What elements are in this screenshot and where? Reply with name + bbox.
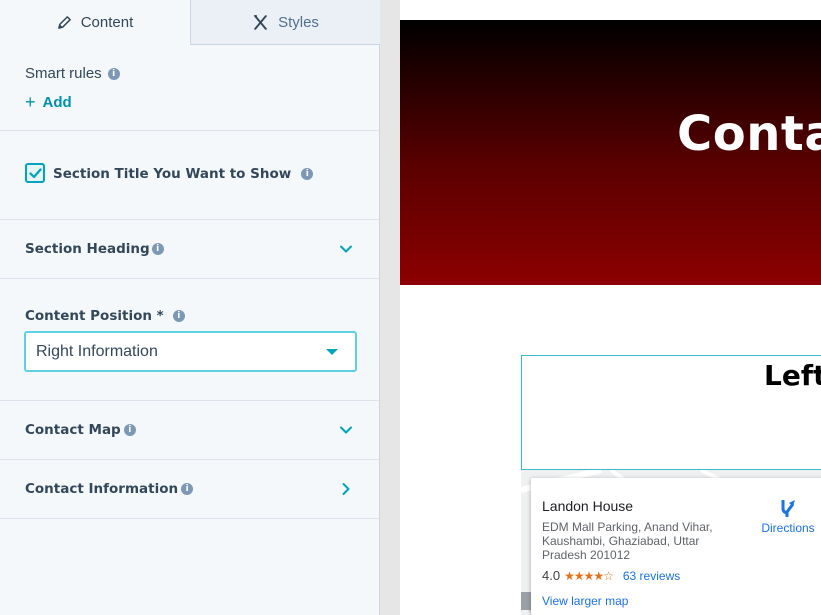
rating-value: 4.0	[542, 568, 561, 583]
section-title-label: Section Title You Want to Show i	[53, 166, 314, 182]
content-position-text: Content Position *	[25, 308, 164, 324]
left-title: Left	[764, 359, 821, 392]
content-position-value: Right Information	[36, 342, 158, 360]
content-position-select[interactable]: Right Information	[24, 331, 357, 372]
section-title-section: Section Title You Want to Show i	[0, 131, 379, 220]
chevron-down-icon[interactable]	[339, 423, 353, 437]
contact-map-section[interactable]: Contact Map i	[0, 401, 379, 460]
tab-bar: Content Styles	[0, 0, 380, 45]
chevron-down-icon[interactable]	[339, 242, 353, 256]
info-icon[interactable]: i	[123, 424, 136, 436]
google-map-embed[interactable]: Landon House EDM Mall Parking, Anand Vih…	[521, 470, 821, 615]
info-icon[interactable]: i	[172, 310, 185, 322]
place-address: EDM Mall Parking, Anand Vihar, Kaushambi…	[542, 520, 713, 562]
tab-content-label: Content	[80, 14, 134, 31]
smart-rules-text: Smart rules	[25, 65, 102, 82]
contact-information-text: Contact Information	[25, 481, 179, 497]
section-title-checkbox[interactable]	[25, 163, 45, 183]
tab-styles[interactable]: Styles	[191, 0, 380, 45]
add-smart-rule-button[interactable]: + Add	[25, 93, 72, 111]
star-rating-icon: ★★★★☆	[564, 568, 614, 583]
smart-rules-label: Smart rules i	[25, 65, 120, 82]
checkmark-icon	[28, 167, 42, 178]
preview-pane: Conta Left Landon House EDM Mall Parking…	[380, 0, 821, 615]
section-heading-label: Section Heading i	[25, 241, 164, 257]
preview-page: Conta Left Landon House EDM Mall Parking…	[400, 0, 821, 615]
hero-title: Conta	[677, 106, 821, 162]
place-card: Landon House EDM Mall Parking, Anand Vih…	[531, 478, 821, 615]
add-label: Add	[42, 93, 72, 111]
contact-map-label: Contact Map i	[25, 422, 136, 438]
tab-content[interactable]: Content	[0, 0, 191, 45]
pencil-icon	[57, 16, 71, 29]
info-icon[interactable]: i	[181, 483, 194, 495]
reviews-link[interactable]: 63 reviews	[623, 569, 680, 583]
contact-information-label: Contact Information i	[25, 481, 194, 497]
content-position-label: Content Position * i	[25, 308, 185, 324]
directions-button[interactable]: Directions	[758, 498, 818, 535]
directions-label: Directions	[761, 521, 815, 535]
plus-icon: +	[25, 92, 36, 112]
chevron-right-icon[interactable]	[339, 482, 353, 496]
smart-rules-section: Smart rules i + Add	[0, 45, 379, 131]
view-larger-map-link[interactable]: View larger map	[542, 594, 628, 608]
editor-sidebar: Content Styles Smart rules i + Add Secti…	[0, 0, 380, 615]
caret-down-icon	[326, 349, 338, 355]
left-information-module[interactable]: Left	[521, 355, 821, 470]
place-name: Landon House	[542, 498, 634, 514]
rating-row: 4.0 ★★★★☆ 63 reviews	[542, 568, 680, 583]
info-icon[interactable]: i	[301, 168, 314, 180]
content-position-section: Content Position * i Right Information	[0, 279, 379, 401]
info-icon[interactable]: i	[151, 243, 164, 255]
brush-icon	[253, 14, 267, 30]
section-heading-section[interactable]: Section Heading i	[0, 220, 379, 279]
directions-icon	[781, 500, 795, 517]
hero-banner[interactable]: Conta	[400, 20, 821, 285]
section-heading-text: Section Heading	[25, 241, 150, 257]
contact-information-section[interactable]: Contact Information i	[0, 460, 379, 519]
info-icon[interactable]: i	[107, 67, 120, 80]
contact-map-text: Contact Map	[25, 422, 121, 438]
tab-styles-label: Styles	[278, 13, 319, 31]
section-title-text: Section Title You Want to Show	[53, 166, 292, 182]
